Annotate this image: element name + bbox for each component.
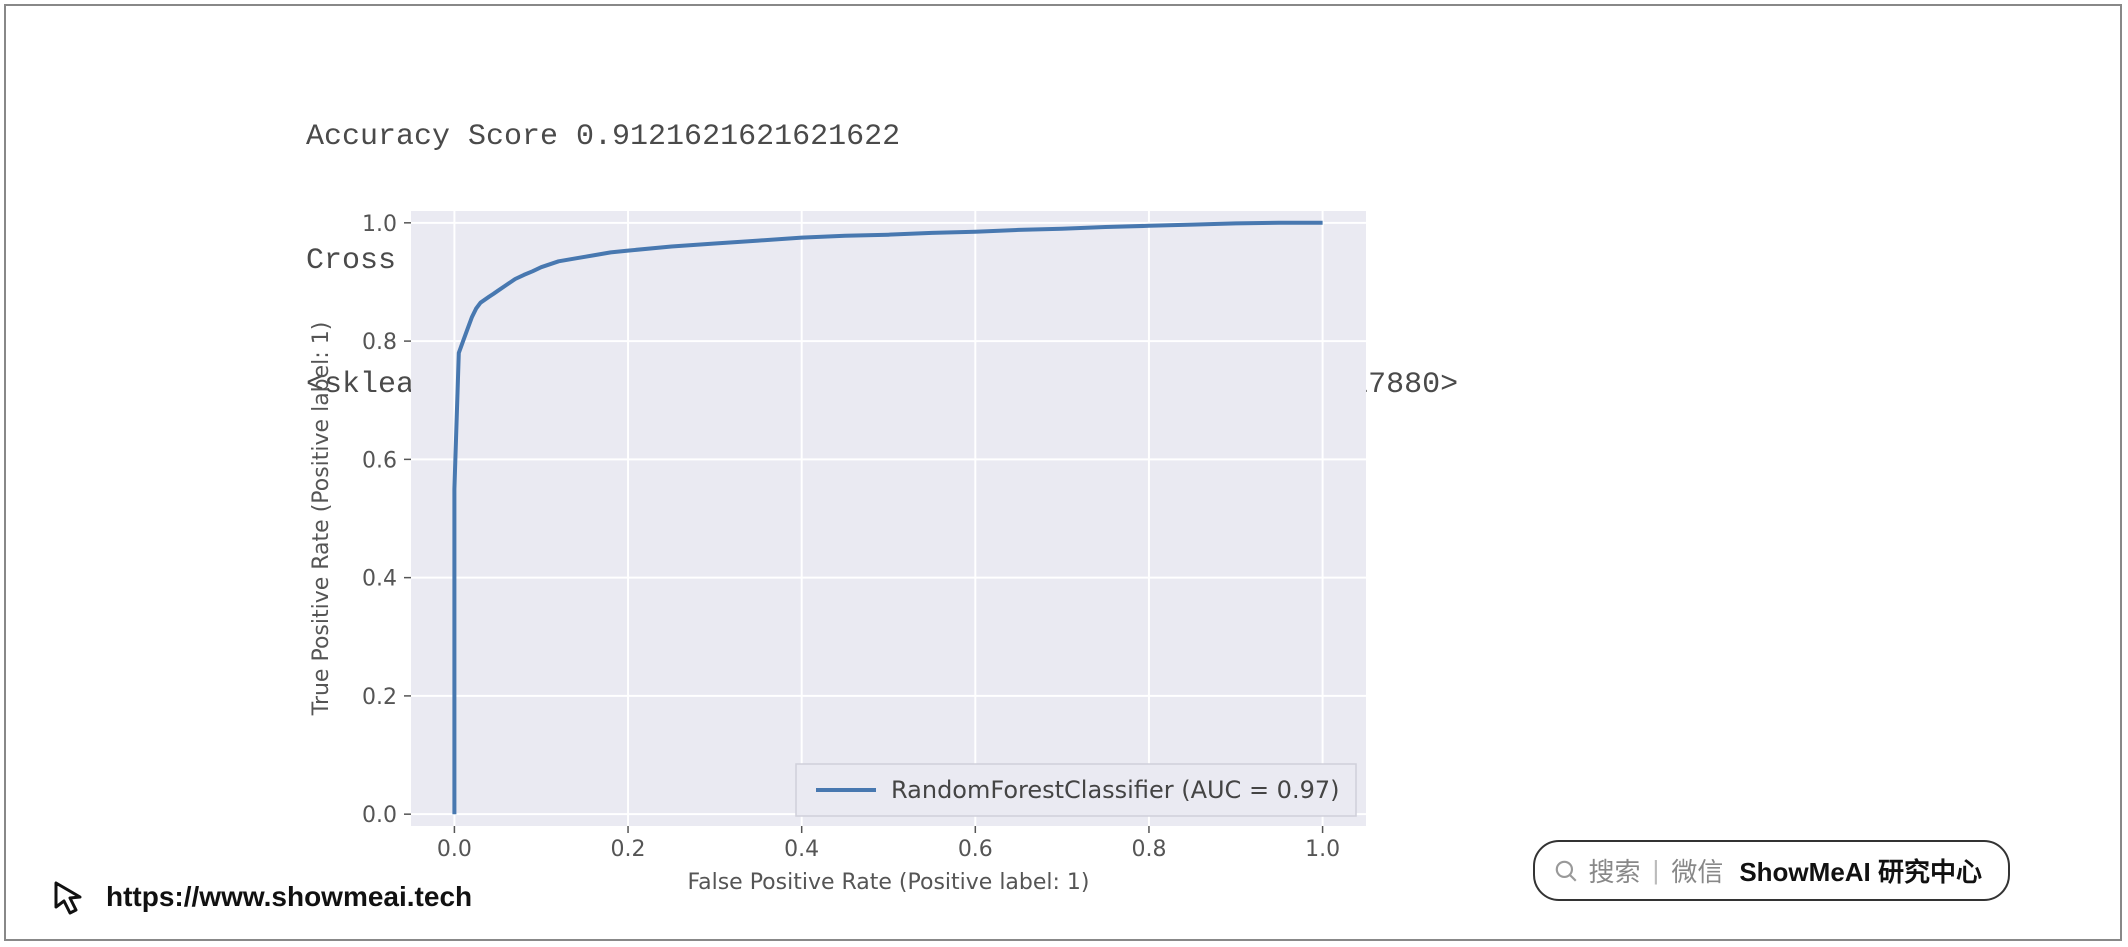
x-axis-label: False Positive Rate (Positive label: 1)	[687, 870, 1089, 895]
plot-area	[411, 211, 1366, 826]
watermark-search-label: 搜索	[1589, 852, 1641, 889]
x-tick-label: 0.0	[437, 837, 472, 862]
x-tick-label: 0.2	[611, 837, 646, 862]
y-tick-label: 0.4	[362, 567, 397, 592]
y-tick-label: 1.0	[362, 212, 397, 237]
footer-url: https://www.showmeai.tech	[106, 881, 472, 913]
output-frame: Accuracy Score 0.9121621621621622 Cross …	[4, 4, 2122, 941]
x-tick-label: 0.6	[958, 837, 993, 862]
y-tick-label: 0.8	[362, 330, 397, 355]
watermark-separator: |	[1653, 855, 1660, 886]
roc-curve-svg: 0.0 0.2 0.4 0.6 0.8 1.0 0.0 0.2 0.4 0.6 0.8 1.0 Fals…	[296, 201, 1386, 901]
watermark-brand: ShowMeAI 研究中心	[1739, 852, 1982, 889]
y-tick-label: 0.6	[362, 448, 397, 473]
x-tick-label: 1.0	[1305, 837, 1340, 862]
roc-curve-chart: 0.0 0.2 0.4 0.6 0.8 1.0 0.0 0.2 0.4 0.6 0.8 1.0 Fals…	[296, 201, 1386, 901]
y-axis-label: True Positive Rate (Positive label: 1)	[309, 322, 334, 717]
legend-label: RandomForestClassifier (AUC = 0.97)	[891, 776, 1339, 804]
x-tick-label: 0.4	[784, 837, 819, 862]
y-tick-label: 0.0	[362, 803, 397, 828]
watermark-wechat-label: 微信	[1671, 852, 1723, 889]
output-line-1: Accuracy Score 0.9121621621621622	[306, 117, 1458, 158]
footer: https://www.showmeai.tech	[50, 877, 472, 917]
y-tick-label: 0.2	[362, 685, 397, 710]
search-icon	[1553, 858, 1579, 884]
cursor-icon	[50, 877, 90, 917]
x-tick-label: 0.8	[1131, 837, 1166, 862]
watermark-badge: 搜索 | 微信 ShowMeAI 研究中心	[1533, 840, 2010, 901]
